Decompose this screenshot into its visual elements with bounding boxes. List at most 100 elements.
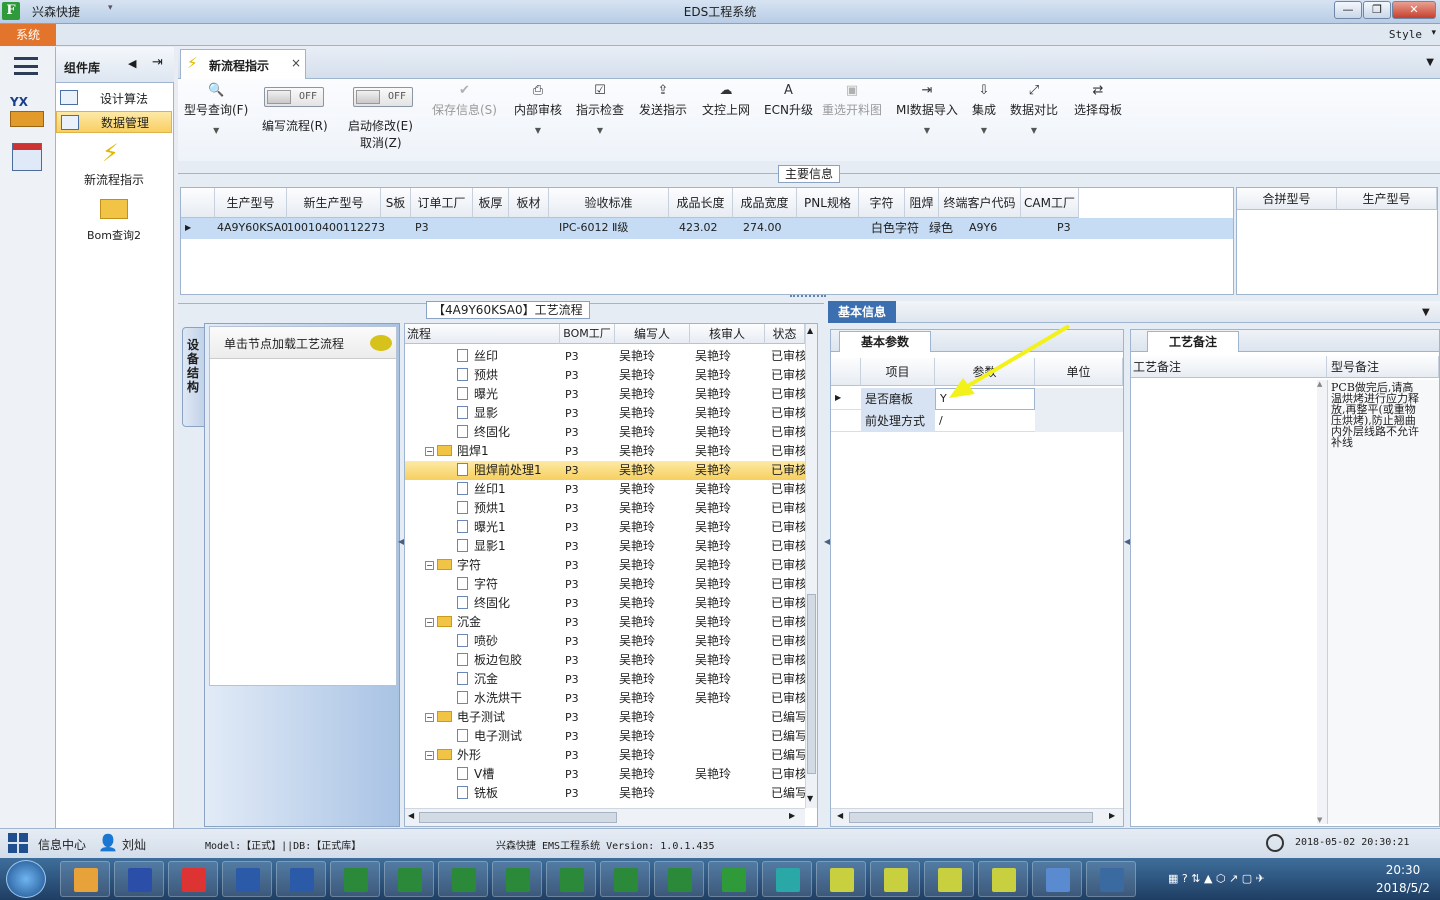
tab-list-dropdown-icon[interactable]: ▼	[1426, 57, 1434, 68]
taskbar-app-excel-icon[interactable]	[492, 861, 542, 897]
table-row[interactable]: 前处理方式 /	[831, 410, 1123, 432]
table-row[interactable]: 板边包胶 P3 吴艳玲 吴艳玲 已审核	[405, 651, 805, 670]
column-header[interactable]: 生产型号	[215, 188, 287, 218]
send-instruction-button[interactable]: ⇪ 发送指示	[639, 83, 687, 118]
taskbar-app-shell-icon[interactable]	[60, 861, 110, 897]
start-button[interactable]	[6, 860, 46, 898]
edit-flow-toggle[interactable]: OFF	[264, 87, 324, 107]
minimize-button[interactable]: —	[1334, 1, 1362, 19]
table-row[interactable]: − 字符 P3 吴艳玲 吴艳玲 已审核	[405, 556, 805, 575]
scroll-thumb[interactable]	[419, 812, 617, 823]
column-header[interactable]: 终端客户代码	[939, 188, 1021, 218]
taskbar-app-save-icon[interactable]	[114, 861, 164, 897]
taskbar-app-excel-icon[interactable]	[438, 861, 488, 897]
taskbar-app-excel-icon[interactable]	[330, 861, 380, 897]
column-header[interactable]: 订单工厂	[411, 188, 473, 218]
taskbar-app-word-icon[interactable]	[222, 861, 272, 897]
mi-import-button[interactable]: ⇥ MI数据导入 ▼	[896, 83, 958, 135]
taskbar-app-excel-icon[interactable]	[654, 861, 704, 897]
column-header[interactable]: 字符	[859, 188, 905, 218]
component-item-design-algorithm[interactable]: 设计算法	[56, 87, 172, 109]
column-header[interactable]: BOM工厂	[560, 324, 615, 344]
table-row[interactable]: − 电子测试 P3 吴艳玲 已编写	[405, 708, 805, 727]
table-row[interactable]: 预烘 P3 吴艳玲 吴艳玲 已审核	[405, 366, 805, 385]
collapse-toggle-icon[interactable]: −	[425, 618, 434, 627]
column-header[interactable]: 生产型号	[1337, 188, 1437, 210]
taskbar-app-eye-icon[interactable]	[762, 861, 812, 897]
collapse-dropdown-icon[interactable]: ▼	[1422, 307, 1430, 318]
start-modify-toggle[interactable]: OFF	[353, 87, 413, 107]
pin-panel-icon[interactable]: ⇥	[152, 55, 163, 70]
tab-process-remark[interactable]: 工艺备注	[1147, 331, 1239, 352]
table-row[interactable]: 丝印 P3 吴艳玲 吴艳玲 已审核	[405, 347, 805, 366]
column-header[interactable]: 板厚	[473, 188, 509, 218]
scroll-right-icon[interactable]: ▶	[789, 811, 795, 820]
maximize-button[interactable]: ❐	[1363, 1, 1391, 19]
style-label[interactable]: Style	[1389, 28, 1422, 41]
column-header[interactable]: 验收标准	[549, 188, 669, 218]
table-row[interactable]: − 阻焊1 P3 吴艳玲 吴艳玲 已审核	[405, 442, 805, 461]
style-dropdown-icon[interactable]: ▾	[1431, 28, 1436, 38]
table-row[interactable]: 字符 P3 吴艳玲 吴艳玲 已审核	[405, 575, 805, 594]
table-row[interactable]: 终固化 P3 吴艳玲 吴艳玲 已审核	[405, 423, 805, 442]
taskbar-app-text-editor-icon[interactable]	[1032, 861, 1082, 897]
table-row[interactable]: ▶ 4A9Y60KSA0 10010400112273 P3 IPC-6012 …	[181, 218, 1233, 239]
table-row[interactable]: − 外形 P3 吴艳玲 已编写	[405, 746, 805, 765]
tab-equipment-structure[interactable]: 设备结构	[182, 327, 206, 427]
column-header[interactable]: 状态	[765, 324, 805, 344]
horizontal-scrollbar[interactable]: ◀ ▶	[831, 808, 1123, 826]
taskbar-app-excel-icon[interactable]	[870, 861, 920, 897]
info-center-link[interactable]: 信息中心	[38, 836, 86, 853]
column-header[interactable]: 成品长度	[669, 188, 733, 218]
taskbar-app-excel-icon[interactable]	[816, 861, 866, 897]
scroll-thumb[interactable]	[807, 594, 816, 774]
model-remark-cell[interactable]: PCB做完后,请高温烘烤进行应力释放,再整平(或重物压烘烤),防止翘曲 内外层线…	[1327, 380, 1439, 824]
table-row[interactable]: 曝光 P3 吴艳玲 吴艳玲 已审核	[405, 385, 805, 404]
component-item-data-management[interactable]: 数据管理	[56, 111, 172, 133]
column-header[interactable]: 编写人	[615, 324, 690, 344]
taskbar-app-excel-icon[interactable]	[600, 861, 650, 897]
column-header[interactable]: 板材	[509, 188, 549, 218]
taskbar-app-eds-app-icon[interactable]	[708, 861, 758, 897]
table-row[interactable]: 显影 P3 吴艳玲 吴艳玲 已审核	[405, 404, 805, 423]
table-row[interactable]: 曝光1 P3 吴艳玲 吴艳玲 已审核	[405, 518, 805, 537]
horizontal-scrollbar[interactable]: ◀ ▶	[405, 808, 805, 826]
table-row[interactable]: 终固化 P3 吴艳玲 吴艳玲 已审核	[405, 594, 805, 613]
table-row[interactable]: − 沉金 P3 吴艳玲 吴艳玲 已审核	[405, 613, 805, 632]
scroll-down-icon[interactable]: ▼	[807, 794, 813, 803]
internal-review-button[interactable]: ⎙ 内部审核 ▼	[514, 83, 562, 135]
column-header[interactable]: PNL规格	[797, 188, 859, 218]
table-row[interactable]: 丝印1 P3 吴艳玲 吴艳玲 已审核	[405, 480, 805, 499]
table-row[interactable]: 电子测试 P3 吴艳玲 已编写	[405, 727, 805, 746]
column-header[interactable]: 成品宽度	[733, 188, 797, 218]
taskbar-app-word-icon[interactable]	[276, 861, 326, 897]
column-header[interactable]: 阻焊	[905, 188, 939, 218]
cancel-label[interactable]: 取消(Z)	[360, 134, 402, 151]
taskbar-app-excel-icon[interactable]	[978, 861, 1028, 897]
collapse-left-icon[interactable]: ◀	[128, 57, 136, 70]
scroll-thumb[interactable]	[849, 812, 1093, 823]
column-header[interactable]: 型号备注	[1327, 356, 1439, 378]
reselect-material-button[interactable]: ▣ 重选开料图	[822, 83, 882, 118]
scroll-left-icon[interactable]: ◀	[408, 811, 414, 820]
column-header[interactable]: 工艺备注	[1131, 356, 1327, 378]
calendar-icon[interactable]	[12, 143, 42, 171]
collapse-toggle-icon[interactable]: −	[425, 561, 434, 570]
table-row[interactable]: V槽 P3 吴艳玲 吴艳玲 已审核	[405, 765, 805, 784]
table-row[interactable]: 阻焊前处理1 P3 吴艳玲 吴艳玲 已审核	[405, 461, 805, 480]
column-header[interactable]: 核审人	[690, 324, 765, 344]
column-header[interactable]: S板	[381, 188, 411, 218]
ecn-upgrade-button[interactable]: A ECN升级	[764, 83, 813, 118]
collapse-toggle-icon[interactable]: −	[425, 447, 434, 456]
data-compare-button[interactable]: ⤢ 数据对比 ▼	[1010, 83, 1058, 135]
column-header[interactable]: 新生产型号	[287, 188, 381, 218]
select-master-button[interactable]: ⇄ 选择母板	[1074, 83, 1122, 118]
column-header[interactable]: 流程	[405, 324, 560, 344]
taskbar-app-excel-icon[interactable]	[384, 861, 434, 897]
scroll-left-icon[interactable]: ◀	[837, 811, 843, 820]
load-process-hint[interactable]: 单击节点加载工艺流程	[210, 327, 396, 359]
component-item-new-process[interactable]: ⚡ 新流程指示	[56, 137, 172, 189]
collapse-toggle-icon[interactable]: −	[425, 713, 434, 722]
tab-new-process-instruction[interactable]: ⚡ 新流程指示 ×	[180, 49, 306, 79]
scroll-right-icon[interactable]: ▶	[1109, 811, 1115, 820]
